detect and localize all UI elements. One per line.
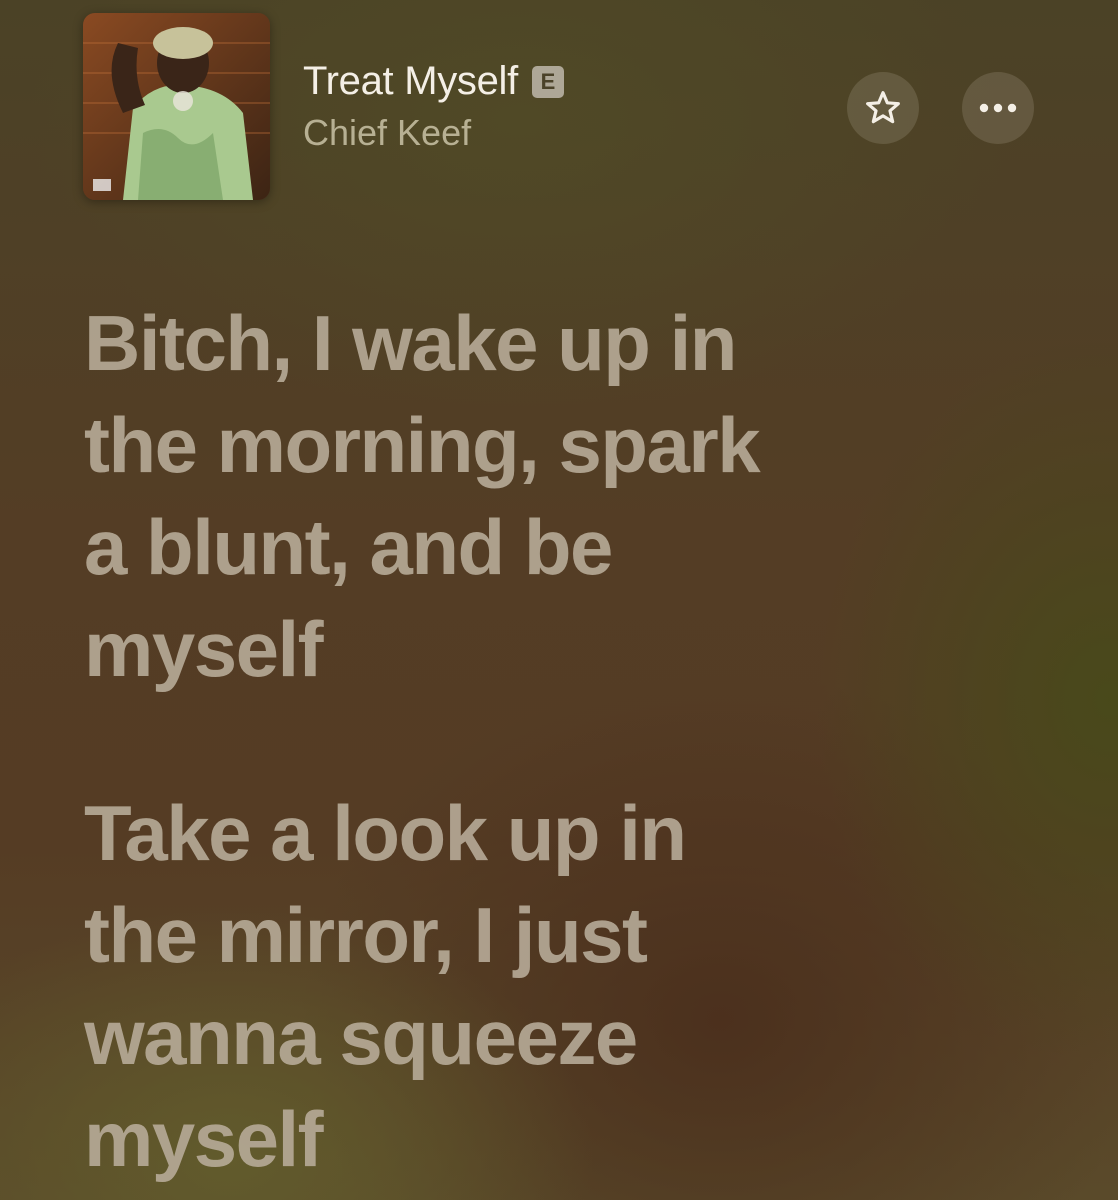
- lyric-row: myself: [84, 1095, 324, 1183]
- album-cover-image: [83, 13, 270, 200]
- lyric-row: the morning, spark: [84, 401, 761, 489]
- more-options-button[interactable]: [962, 72, 1034, 144]
- now-playing-header: Treat Myself E Chief Keef: [83, 13, 1043, 201]
- lyric-row: the mirror, I just: [84, 891, 648, 979]
- star-icon: [866, 91, 900, 124]
- explicit-badge: E: [531, 66, 564, 98]
- lyric-row: myself: [84, 605, 324, 693]
- lyric-row: Bitch, I wake up in: [84, 299, 737, 387]
- lyric-line[interactable]: Take a look up in the mirror, I just wan…: [84, 782, 984, 1190]
- artist-name[interactable]: Chief Keef: [303, 111, 564, 155]
- song-title[interactable]: Treat Myself: [303, 57, 518, 105]
- favorite-button[interactable]: [847, 72, 919, 144]
- lyric-row: Take a look up in: [84, 789, 687, 877]
- title-row: Treat Myself E: [303, 57, 564, 105]
- album-art[interactable]: [83, 13, 270, 200]
- track-info: Treat Myself E Chief Keef: [303, 57, 564, 155]
- ellipsis-icon: [979, 103, 1017, 113]
- lyric-row: wanna squeeze: [84, 993, 638, 1081]
- lyric-row: a blunt, and be: [84, 503, 613, 591]
- lyric-line[interactable]: Bitch, I wake up in the morning, spark a…: [84, 292, 984, 700]
- lyrics-view[interactable]: Bitch, I wake up in the morning, spark a…: [84, 292, 984, 1190]
